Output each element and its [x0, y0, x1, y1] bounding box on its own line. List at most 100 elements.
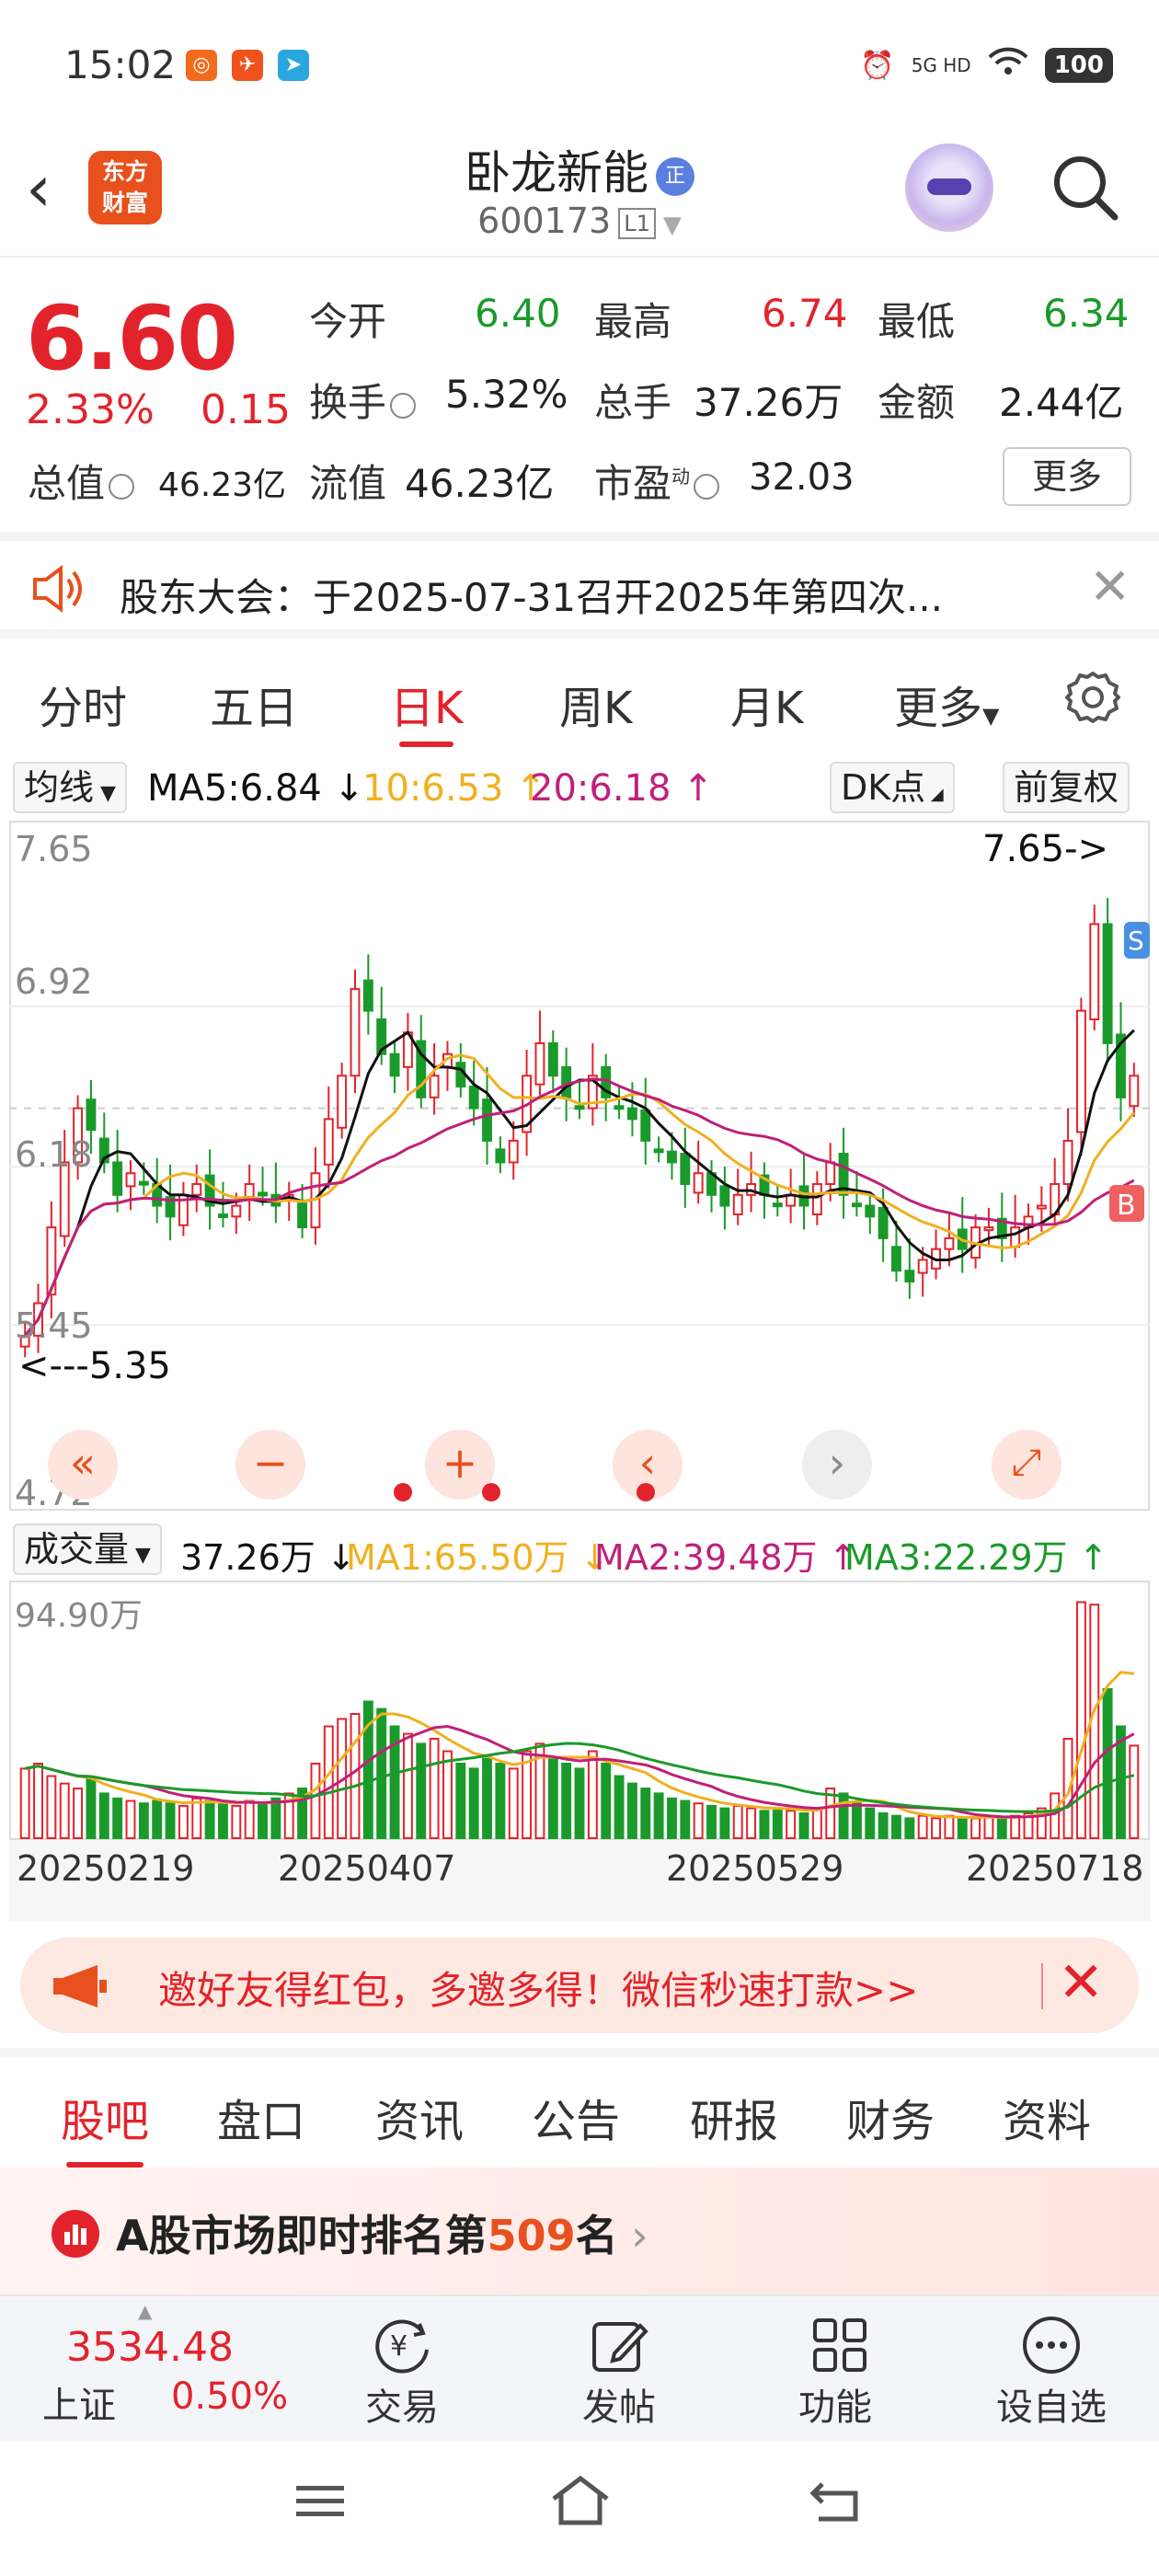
nav-watchlist[interactable]: 设自选	[959, 2377, 1143, 2431]
candle-body	[732, 1193, 743, 1215]
tab-profile[interactable]: 资料	[1003, 2085, 1091, 2149]
tab-news[interactable]: 资讯	[375, 2085, 464, 2149]
close-icon[interactable]: ✕	[1058, 1950, 1104, 2015]
volume-bar	[270, 1797, 281, 1840]
volume-bar	[891, 1814, 901, 1839]
pe-label-text: 市盈	[594, 461, 672, 506]
tab-announcements[interactable]: 公告	[532, 2085, 620, 2149]
volume-bar	[468, 1767, 479, 1839]
volume-bar	[574, 1767, 585, 1839]
info-icon[interactable]	[694, 473, 720, 500]
index-name: 上证	[42, 2385, 116, 2427]
menu-icon[interactable]	[293, 2478, 348, 2528]
float-label: 流值	[309, 461, 387, 506]
nav-trade[interactable]: 交易	[310, 2377, 494, 2431]
info-icon[interactable]	[390, 392, 417, 419]
volume-bar	[138, 1802, 149, 1839]
candle-body	[112, 1161, 123, 1196]
tab-five-day[interactable]: 五日	[210, 672, 298, 736]
volume-bar	[455, 1763, 466, 1839]
dk-point-label: DK点	[841, 767, 926, 808]
nav-post[interactable]: 发帖	[527, 2377, 711, 2431]
candle-body	[614, 1105, 625, 1110]
search-icon[interactable]	[1049, 151, 1120, 223]
volume-selector[interactable]: 成交量 ▼	[13, 1524, 162, 1575]
battery-icon: 100	[1044, 48, 1113, 83]
volume-bar	[218, 1802, 228, 1839]
candle-body	[1010, 1226, 1021, 1248]
zoom-out-button[interactable]: −	[235, 1430, 305, 1500]
vol-ma3: MA3:22.29万 ↑	[844, 1537, 1108, 1578]
quote-panel: 6.60 2.33% 0.15 今开 6.40 最高 6.74 最低 6.34 …	[0, 259, 1159, 528]
volume-bar	[429, 1738, 440, 1839]
candle-body	[917, 1259, 928, 1274]
tab-orderbook[interactable]: 盘口	[217, 2085, 305, 2149]
ranking-suffix: 名	[575, 2211, 618, 2260]
index-value[interactable]: 3534.48	[66, 2324, 234, 2371]
gear-icon[interactable]	[1063, 668, 1122, 730]
grid-icon[interactable]	[808, 2313, 872, 2377]
candle-body	[389, 1052, 400, 1077]
app-notification-icon: ◎	[186, 50, 217, 81]
ranking-number: 509	[487, 2211, 576, 2260]
volume-bar	[811, 1807, 822, 1840]
notice-banner[interactable]: 股东大会：于2025-07-31召开2025年第四次... ✕	[0, 532, 1159, 638]
tab-research[interactable]: 研报	[690, 2085, 778, 2149]
tab-financials[interactable]: 财务	[846, 2085, 935, 2149]
candle-body	[865, 1204, 876, 1218]
volume-bar	[244, 1800, 255, 1839]
volume-bar	[191, 1797, 202, 1840]
open-value: 6.40	[475, 291, 561, 336]
stock-name-text: 卧龙新能	[465, 146, 648, 200]
volume-bar	[561, 1763, 572, 1839]
close-icon[interactable]: ✕	[1089, 558, 1130, 615]
fullscreen-button[interactable]: ⤢	[992, 1430, 1061, 1500]
more-dots-icon[interactable]	[1019, 2313, 1084, 2377]
turnover-label-text: 换手	[309, 380, 387, 425]
home-icon[interactable]	[548, 2473, 613, 2532]
ma-selector[interactable]: 均线 ▼	[13, 762, 127, 813]
volume-value: 37.26万	[694, 380, 843, 425]
volume-chart[interactable]: 94.90万 20250219 20250407 20250529 202507…	[9, 1581, 1150, 1921]
candle-body	[693, 1172, 704, 1194]
candle-body	[667, 1150, 677, 1164]
ma-selector-label: 均线	[24, 767, 95, 808]
volume-bar	[957, 1817, 968, 1839]
candle-body	[772, 1202, 783, 1208]
volume-bar	[851, 1802, 862, 1839]
y-tick-2: 6.92	[15, 961, 93, 1002]
rewind-button[interactable]: «	[48, 1430, 118, 1500]
info-icon[interactable]	[109, 473, 135, 500]
back-nav-icon[interactable]	[809, 2477, 865, 2530]
chevron-right-icon: ›	[617, 2211, 648, 2260]
dk-point-selector[interactable]: DK点 ◢	[830, 762, 955, 813]
candle-body	[297, 1202, 308, 1229]
candle-body	[825, 1161, 836, 1186]
ranking-banner[interactable]: A股市场即时排名第509名 ›	[0, 2168, 1159, 2296]
tab-forum[interactable]: 股吧	[61, 2085, 149, 2168]
candle-body	[1062, 1139, 1073, 1186]
more-button[interactable]: 更多	[1003, 447, 1131, 506]
volume-bar	[904, 1817, 915, 1839]
vol-ma2: MA2:39.48万 ↑	[594, 1537, 858, 1578]
volume-bar	[495, 1763, 506, 1839]
adjust-selector[interactable]: 前复权	[1003, 762, 1130, 813]
tab-more[interactable]: 更多▼	[894, 672, 999, 736]
tab-daily-k[interactable]: 日K	[390, 672, 463, 747]
assistant-avatar[interactable]	[905, 144, 993, 232]
candlestick-chart[interactable]: 7.65 6.92 6.18 5.45 4.72 7.65-> <---5.35…	[9, 821, 1150, 1511]
volume-axis-max: 94.90万	[15, 1597, 143, 1635]
compose-icon[interactable]	[587, 2313, 651, 2377]
invite-banner[interactable]: 邀好友得红包，多邀多得！微信秒速打款>> ✕	[20, 1938, 1139, 2033]
trade-icon[interactable]: ¥	[370, 2313, 434, 2377]
tab-monthly-k[interactable]: 月K	[730, 672, 803, 736]
tab-intraday[interactable]: 分时	[39, 672, 127, 736]
caret-down-icon: ▼	[129, 1544, 151, 1567]
volume-indicator-row: 成交量 ▼ 37.26万 ↓ MA1:65.50万 ↓ MA2:39.48万 ↑…	[0, 1520, 1159, 1579]
tab-weekly-k[interactable]: 周K	[559, 672, 632, 736]
scroll-right-button[interactable]: ›	[802, 1430, 872, 1500]
ma20-value: 20:6.18 ↑	[530, 767, 714, 810]
nav-functions[interactable]: 功能	[743, 2377, 927, 2431]
date-label: 20250219	[17, 1848, 194, 1889]
candle-body	[1129, 1075, 1140, 1108]
